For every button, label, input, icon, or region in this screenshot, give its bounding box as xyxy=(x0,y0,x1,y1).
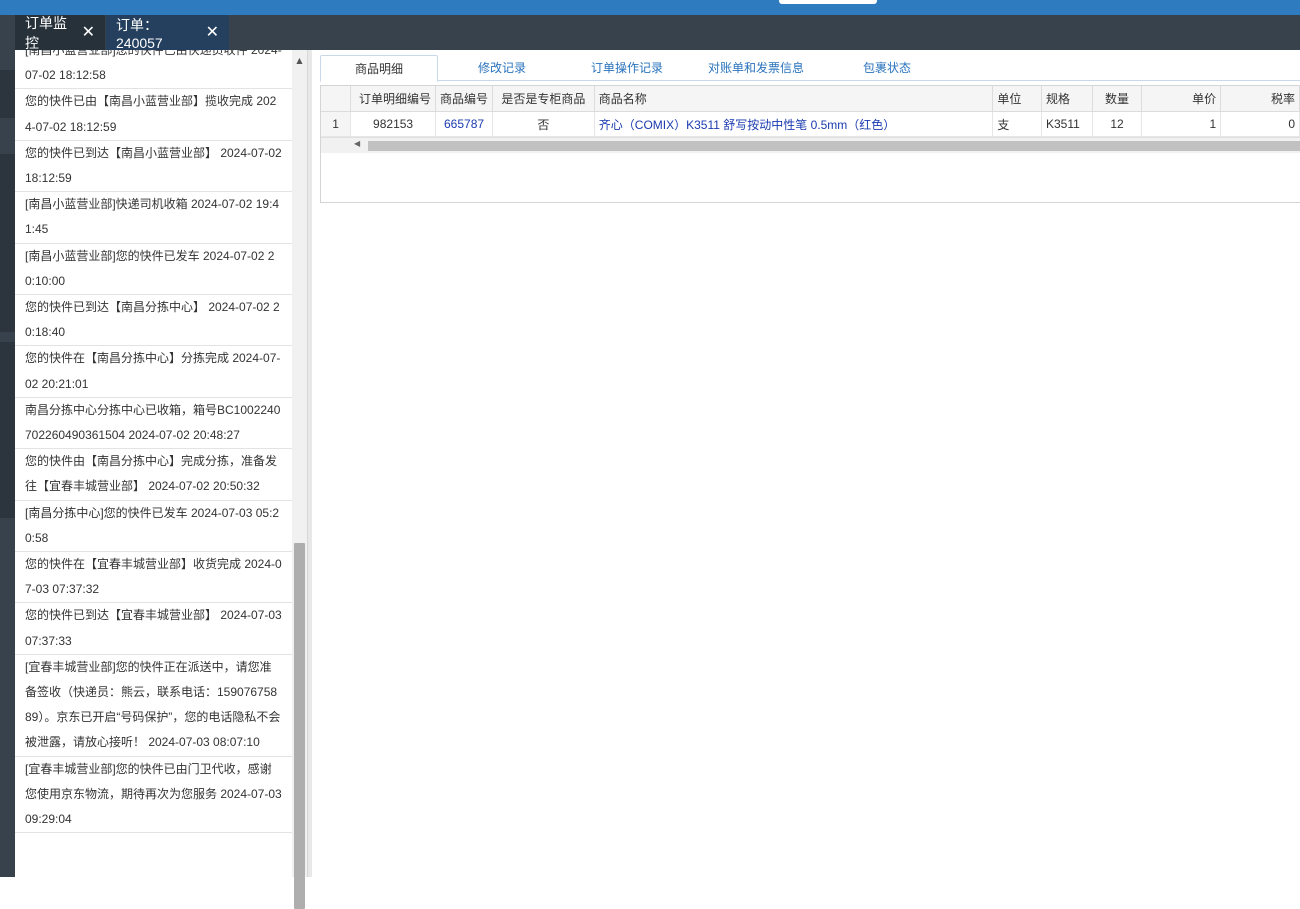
product-grid: 订单明细编号 商品编号 是否是专柜商品 商品名称 单位 规格 数量 单价 税率 … xyxy=(320,85,1300,203)
column-header[interactable]: 订单明细编号 xyxy=(350,86,437,112)
column-header[interactable]: 数量 xyxy=(1092,86,1143,112)
column-header[interactable]: 单价 xyxy=(1141,86,1222,112)
tracking-item: [宜春丰城营业部]您的快件已由门卫代收，感谢您使用京东物流，期待再次为您服务 2… xyxy=(15,757,292,834)
tracking-item: 您的快件在【南昌分拣中心】分拣完成 2024-07-02 20:21:01 xyxy=(15,346,292,398)
scroll-left-icon[interactable]: ◀ xyxy=(354,139,360,148)
tracking-item: [南昌小蓝营业部]您的快件已由快递员收件 2024-07-02 18:12:58 xyxy=(15,50,292,90)
product-name-link[interactable]: 齐心（COMIX）K3511 舒写按动中性笔 0.5mm（红色） xyxy=(594,111,994,137)
nav-block xyxy=(0,342,15,518)
unit-cell: 支 xyxy=(992,111,1042,137)
tracking-scrollbar[interactable]: ▲ xyxy=(292,50,307,909)
tracking-item: [宜春丰城营业部]您的快件正在派送中，请您准备签收（快递员：熊云，联系电话：15… xyxy=(15,655,292,757)
tracking-item: 您的快件已由【南昌小蓝营业部】揽收完成 2024-07-02 18:12:59 xyxy=(15,89,292,141)
tracking-item: [南昌小蓝营业部]您的快件已发车 2024-07-02 20:10:00 xyxy=(15,244,292,296)
counter-product-cell: 否 xyxy=(492,111,595,137)
tracking-item: 您的快件已到达【南昌小蓝营业部】 2024-07-02 18:12:59 xyxy=(15,141,292,193)
scrollbar-thumb[interactable] xyxy=(294,543,305,909)
left-nav-strip xyxy=(0,50,15,877)
column-header[interactable]: 税率 xyxy=(1220,86,1300,112)
tracking-item: [南昌小蓝营业部]快递司机收箱 2024-07-02 19:41:45 xyxy=(15,192,292,244)
close-icon[interactable]: ✕ xyxy=(206,24,219,41)
header-search-box[interactable] xyxy=(779,0,877,4)
grid-horizontal-scrollbar[interactable]: ◀ xyxy=(321,137,1300,153)
column-header[interactable]: 是否是专柜商品 xyxy=(492,86,595,112)
spec-cell: K3511 xyxy=(1041,111,1093,137)
product-id-link[interactable]: 665787 xyxy=(435,111,494,137)
page-tab-bar: 订单监控 ✕ 订单：240057 ✕ xyxy=(0,14,1300,51)
tracking-item: 南昌分拣中心分拣中心已收箱，箱号BC1002240702260490361504… xyxy=(15,398,292,450)
product-table: 订单明细编号 商品编号 是否是专柜商品 商品名称 单位 规格 数量 单价 税率 … xyxy=(321,86,1300,137)
tracking-item: 您的快件已到达【南昌分拣中心】 2024-07-02 20:18:40 xyxy=(15,295,292,347)
tab-product-detail[interactable]: 商品明细 xyxy=(320,55,438,82)
scrollbar-thumb[interactable] xyxy=(368,141,1300,151)
top-header-bar xyxy=(0,0,1300,15)
tab-package-status[interactable]: 包裹状态 xyxy=(836,55,938,81)
unit-price-cell: 1 xyxy=(1141,111,1222,137)
nav-block xyxy=(0,70,15,118)
table-header-row: 订单明细编号 商品编号 是否是专柜商品 商品名称 单位 规格 数量 单价 税率 xyxy=(321,86,1300,112)
tab-statement-invoice[interactable]: 对账单和发票信息 xyxy=(692,55,820,81)
tab-operation-log[interactable]: 订单操作记录 xyxy=(570,55,684,81)
tax-rate-cell: 0 xyxy=(1220,111,1300,137)
close-icon[interactable]: ✕ xyxy=(82,24,95,41)
column-header[interactable]: 商品名称 xyxy=(594,86,994,112)
tracking-item: 您的快件在【宜春丰城营业部】收货完成 2024-07-03 07:37:32 xyxy=(15,552,292,604)
quantity-cell: 12 xyxy=(1092,111,1143,137)
scroll-up-icon[interactable]: ▲ xyxy=(292,56,307,65)
column-header[interactable]: 规格 xyxy=(1041,86,1093,112)
tracking-item: 您的快件由【南昌分拣中心】完成分拣，准备发往【宜春丰城营业部】 2024-07-… xyxy=(15,449,292,501)
tracking-panel: [南昌小蓝营业部]您的快件已由快递员收件 2024-07-02 18:12:58… xyxy=(15,50,292,877)
row-number: 1 xyxy=(321,111,352,137)
order-detail-panel: 商品明细 修改记录 订单操作记录 对账单和发票信息 包裹状态 订单明细编号 商品… xyxy=(312,50,1300,877)
column-header[interactable]: 单位 xyxy=(992,86,1042,112)
tab-order-monitor-label: 订单监控 xyxy=(25,14,67,51)
row-number-header xyxy=(321,86,352,112)
tab-order-detail-label: 订单：240057 xyxy=(116,16,163,51)
detail-id-cell: 982153 xyxy=(350,111,437,137)
tab-modify-log[interactable]: 修改记录 xyxy=(452,55,552,81)
detail-tab-strip: 商品明细 修改记录 订单操作记录 对账单和发票信息 包裹状态 xyxy=(320,52,1300,82)
tab-order-monitor[interactable]: 订单监控 ✕ xyxy=(15,14,105,51)
nav-block xyxy=(0,154,15,332)
column-header[interactable]: 商品编号 xyxy=(435,86,494,112)
tracking-list: [南昌小蓝营业部]您的快件已由快递员收件 2024-07-02 18:12:58… xyxy=(15,50,292,834)
table-row[interactable]: 1 982153 665787 否 齐心（COMIX）K3511 舒写按动中性笔… xyxy=(321,111,1300,137)
tracking-item: [南昌分拣中心]您的快件已发车 2024-07-03 05:20:58 xyxy=(15,501,292,553)
tracking-item: 您的快件已到达【宜春丰城营业部】 2024-07-03 07:37:33 xyxy=(15,603,292,655)
tab-order-detail[interactable]: 订单：240057 ✕ xyxy=(106,15,229,51)
